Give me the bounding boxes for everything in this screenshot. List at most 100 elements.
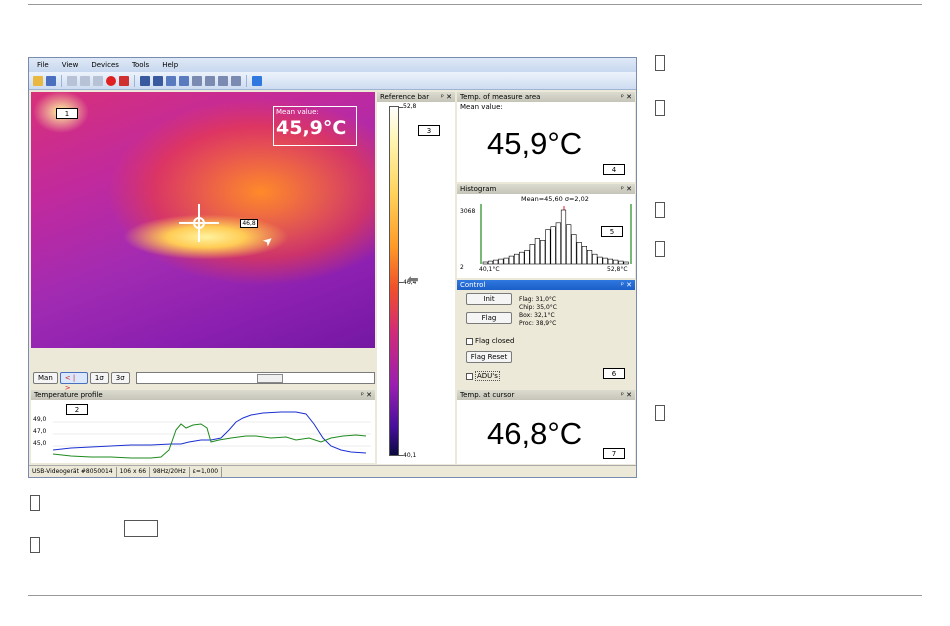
reference-bar-title-text: Reference bar xyxy=(380,93,430,101)
profile-icon[interactable] xyxy=(166,75,176,86)
measure-area-value: 45,9°C xyxy=(487,126,583,161)
histogram-bar xyxy=(487,260,494,265)
color-scale-bar xyxy=(389,106,399,456)
histogram-bar xyxy=(519,251,525,265)
bottom-rule xyxy=(28,595,922,596)
crosshair-center[interactable] xyxy=(193,217,205,229)
open-icon[interactable] xyxy=(33,75,43,86)
callout-3: 3 xyxy=(418,125,440,136)
sigma-1-button[interactable]: 1σ xyxy=(89,372,109,384)
menu-file[interactable]: File xyxy=(37,61,49,69)
init-button[interactable]: Init xyxy=(466,293,512,305)
layout-icon[interactable] xyxy=(140,75,150,86)
settings-icon[interactable] xyxy=(252,75,262,86)
histogram-bar xyxy=(482,261,488,265)
histogram-bar xyxy=(623,261,629,265)
thermal-image[interactable]: 1 Mean value: 45,9°C 46,8 ➤ xyxy=(31,92,375,348)
histogram-bar xyxy=(498,258,504,265)
histogram-panel: Mean=45,60 σ=2,02 3068 2 40,1°C 52,8°C 5 xyxy=(457,194,635,278)
mean-overlay-value: 45,9°C xyxy=(276,117,347,139)
scale-pointer-icon[interactable]: ⬅ xyxy=(407,272,419,288)
histogram-bar xyxy=(576,242,582,265)
temperature-profile-title: Temperature profile ᵖ ✕ xyxy=(31,390,375,400)
status-bar: USB-Videogerät #8050014 106 x 66 98Hz/20… xyxy=(29,465,636,477)
sigma-3-button[interactable]: 3σ xyxy=(110,372,130,384)
menu-help[interactable]: Help xyxy=(162,61,178,69)
flag-closed-label: Flag closed xyxy=(475,337,515,345)
histogram-bar xyxy=(513,253,520,265)
range-slider[interactable] xyxy=(135,372,375,384)
list-icon[interactable] xyxy=(179,75,189,86)
histogram-icon[interactable] xyxy=(153,75,163,86)
area-icon[interactable] xyxy=(192,75,202,86)
cursor-temp-panel: 46,8°C 7 xyxy=(457,400,635,464)
pin-close-icon[interactable]: ᵖ ✕ xyxy=(621,92,632,102)
crosshair-tool-icon[interactable] xyxy=(205,75,215,86)
histogram-bar xyxy=(618,260,624,265)
histogram-bar xyxy=(545,229,551,265)
auto-range-button[interactable]: < | > xyxy=(59,372,88,392)
record-icon[interactable] xyxy=(106,75,116,86)
flag-button[interactable]: Flag xyxy=(466,312,512,324)
cross-icon[interactable] xyxy=(218,75,228,86)
reference-bar-title: Reference bar ᵖ ✕ xyxy=(377,92,455,102)
callout-5: 5 xyxy=(601,226,623,237)
histogram-bar xyxy=(607,258,614,265)
flag-closed-row[interactable]: Flag closed xyxy=(466,337,514,345)
menu-bar: File View Devices Tools Help xyxy=(29,58,636,72)
flag-reset-button[interactable]: Flag Reset xyxy=(466,351,512,363)
stop-icon[interactable] xyxy=(93,75,103,86)
pin-close-icon[interactable]: ᵖ ✕ xyxy=(621,184,632,194)
info-chip: Chip: 35,0°C xyxy=(519,304,557,311)
manual-button[interactable]: Man xyxy=(33,372,58,384)
histogram-bar xyxy=(560,209,567,265)
measure-area-panel: Mean value: 45,9°C 4 xyxy=(457,102,635,182)
callout-4: 4 xyxy=(603,164,625,175)
flag-closed-checkbox[interactable] xyxy=(466,337,473,345)
menu-view[interactable]: View xyxy=(62,61,79,69)
control-info: Flag: 31,0°C Chip: 35,0°C Box: 32,1°C Pr… xyxy=(519,296,557,328)
status-resolution: 106 x 66 xyxy=(117,466,151,477)
mean-overlay-label: Mean value: xyxy=(276,108,319,116)
toolbar xyxy=(29,72,636,90)
histogram-bar xyxy=(566,224,572,265)
menu-devices[interactable]: Devices xyxy=(91,61,119,69)
pause-icon[interactable] xyxy=(80,75,90,86)
info-flag: Flag: 31,0°C xyxy=(519,296,557,303)
status-device: USB-Videogerät #8050014 xyxy=(29,466,117,477)
mean-value-overlay: Mean value: 45,9°C xyxy=(273,106,357,146)
pin-close-icon[interactable]: ᵖ ✕ xyxy=(361,390,372,400)
cursor-temp-title-text: Temp. at cursor xyxy=(460,391,515,399)
histogram-bar xyxy=(529,244,535,265)
pin-close-icon[interactable]: ᵖ ✕ xyxy=(621,390,632,400)
inline-outline-box xyxy=(124,520,158,537)
range-slider-thumb[interactable] xyxy=(256,374,283,383)
edit-icon[interactable] xyxy=(231,75,241,86)
histogram-bar xyxy=(550,226,556,265)
play-icon[interactable] xyxy=(67,75,77,86)
histogram-bar xyxy=(602,257,608,265)
histogram-bar xyxy=(592,253,598,265)
histogram-bar xyxy=(581,245,587,265)
snapshot-icon[interactable] xyxy=(119,75,129,86)
histogram-bar xyxy=(613,259,619,265)
cursor-temp-value: 46,8°C xyxy=(487,416,583,451)
callout-6: 6 xyxy=(603,368,625,379)
status-framerate: 98Hz/20Hz xyxy=(150,466,190,477)
info-box: Box: 32,1°C xyxy=(519,312,555,319)
pin-close-icon[interactable]: ᵖ ✕ xyxy=(441,92,452,102)
profile-line-green xyxy=(52,423,367,459)
bullet-box-5 xyxy=(655,405,665,421)
bullet-box-3 xyxy=(655,202,665,218)
save-icon[interactable] xyxy=(46,75,56,86)
histogram-bar xyxy=(597,256,603,265)
histogram-bar xyxy=(503,257,509,265)
pin-close-icon[interactable]: ᵖ ✕ xyxy=(621,280,632,290)
scale-min-label: 40,1 xyxy=(403,452,417,459)
histogram-bar xyxy=(508,255,514,265)
cursor-temp-tag: 46,8 xyxy=(240,219,258,228)
adus-checkbox[interactable] xyxy=(466,372,473,380)
menu-tools[interactable]: Tools xyxy=(132,61,149,69)
reference-bar-panel: 52,8 46,4 40,1 3 ⬅ xyxy=(377,102,455,464)
adus-row[interactable]: ADU's xyxy=(466,371,500,381)
